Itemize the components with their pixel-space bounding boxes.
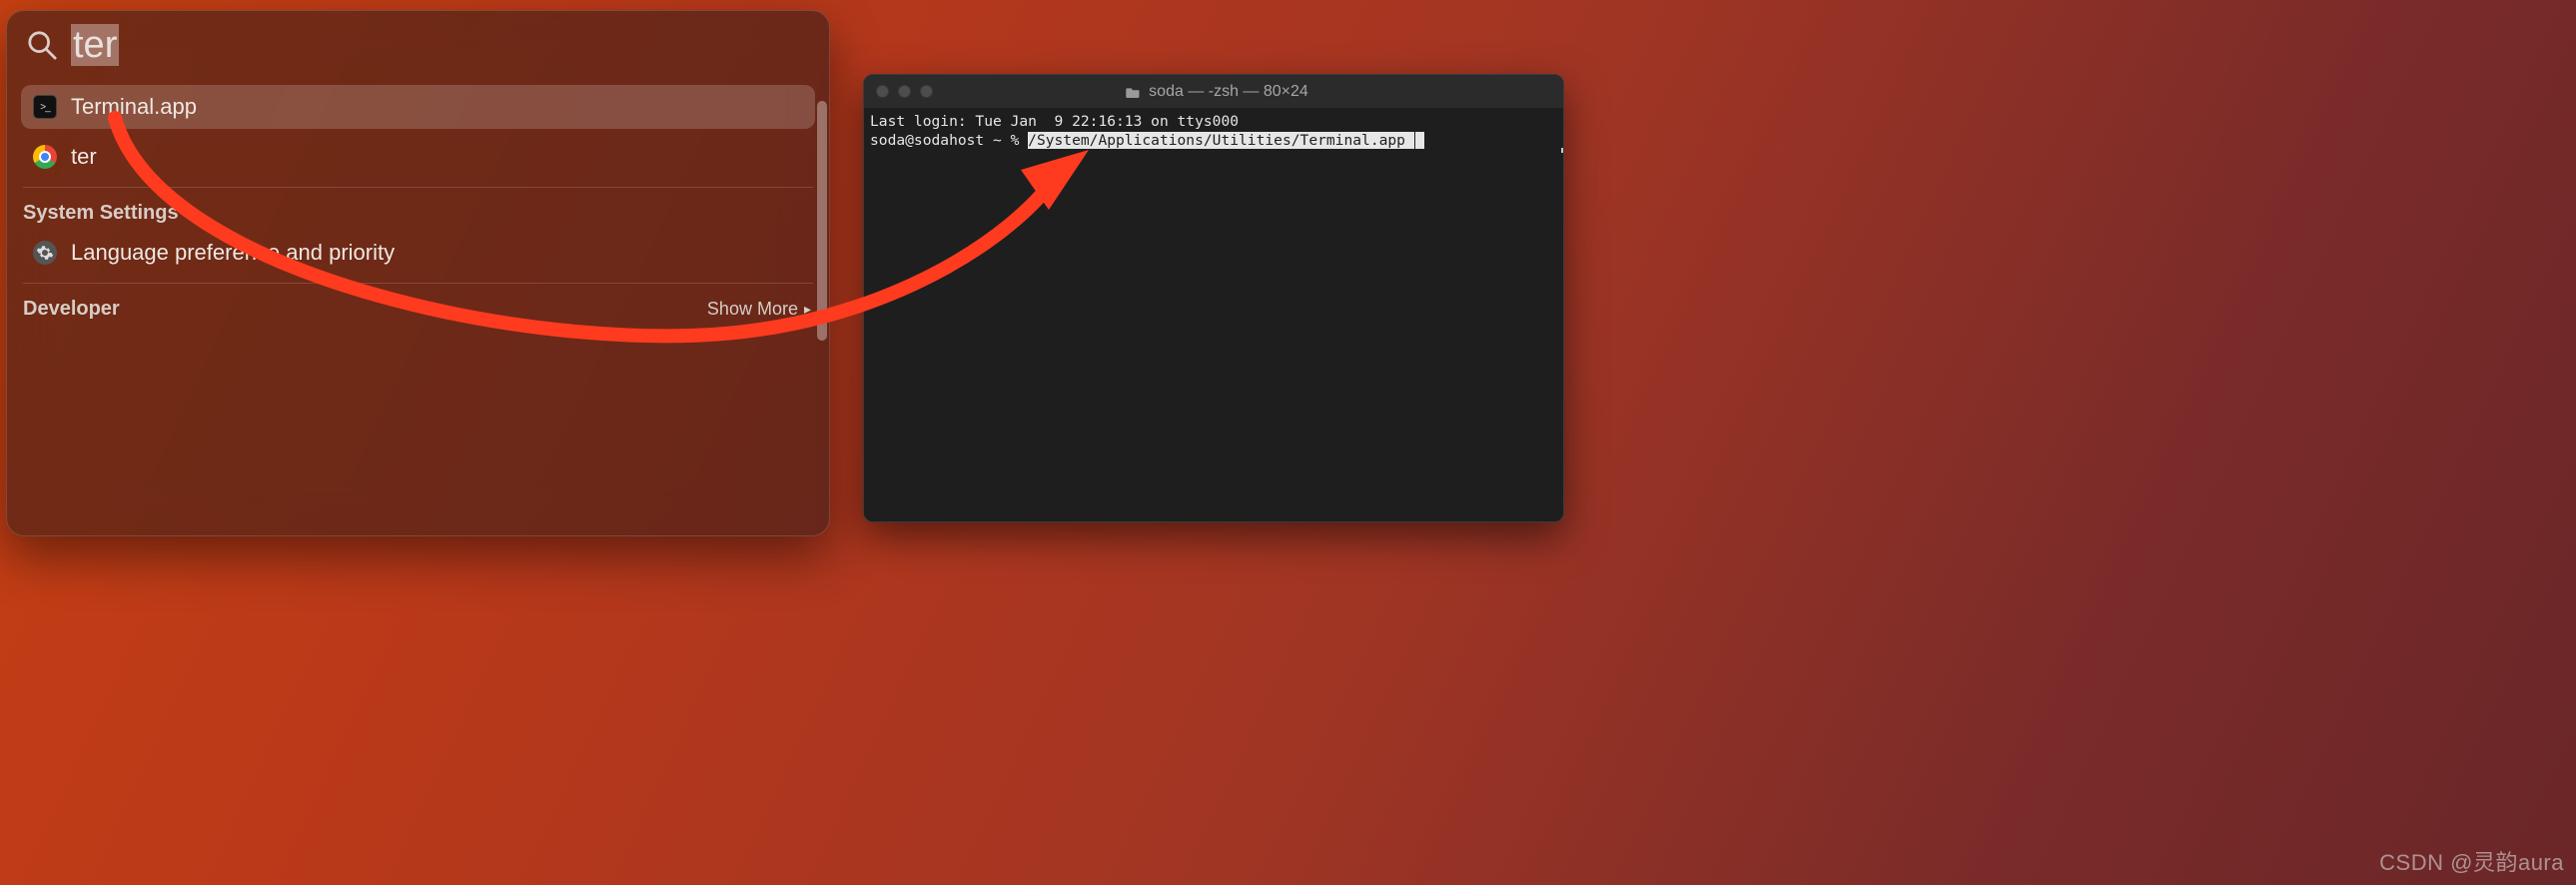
window-traffic-lights[interactable] bbox=[876, 85, 933, 98]
watermark: CSDN @灵韵aura bbox=[2379, 845, 2564, 877]
result-language-pref[interactable]: Language preference and priority bbox=[21, 231, 815, 275]
terminal-line-last-login: Last login: Tue Jan 9 22:16:13 on ttys00… bbox=[870, 112, 1557, 131]
section-system-settings: System Settings bbox=[21, 196, 815, 231]
spotlight-query-text: ter bbox=[71, 24, 119, 66]
search-icon bbox=[27, 30, 57, 60]
result-label: Terminal.app bbox=[71, 94, 197, 120]
terminal-icon bbox=[33, 95, 57, 119]
section-developer: Developer Show More ▸ bbox=[21, 292, 815, 327]
chrome-icon bbox=[33, 145, 57, 169]
terminal-title: soda — -zsh — 80×24 bbox=[943, 83, 1491, 101]
terminal-titlebar[interactable]: soda — -zsh — 80×24 bbox=[864, 75, 1563, 108]
spotlight-search-row[interactable]: ter bbox=[7, 11, 829, 79]
terminal-body[interactable]: Last login: Tue Jan 9 22:16:13 on ttys00… bbox=[864, 108, 1563, 521]
result-ter-chrome[interactable]: ter bbox=[21, 135, 815, 179]
show-more-label: Show More bbox=[707, 299, 798, 320]
result-label: ter bbox=[71, 144, 97, 170]
terminal-line-prompt: soda@sodahost ~ % /System/Applications/U… bbox=[870, 131, 1557, 150]
spotlight-panel: ter Terminal.app ter System Settings Lan… bbox=[6, 10, 830, 536]
scroll-indicator bbox=[1561, 148, 1564, 153]
result-label: Language preference and priority bbox=[71, 240, 395, 266]
divider bbox=[23, 187, 813, 188]
scrollbar[interactable] bbox=[817, 101, 827, 341]
spotlight-results: Terminal.app ter System Settings Languag… bbox=[7, 79, 829, 535]
chevron-right-icon: ▸ bbox=[804, 301, 811, 318]
terminal-window: soda — -zsh — 80×24 Last login: Tue Jan … bbox=[863, 74, 1564, 522]
gear-icon bbox=[33, 241, 57, 265]
folder-icon bbox=[1126, 86, 1141, 98]
spotlight-search-input[interactable]: ter bbox=[71, 24, 119, 67]
divider bbox=[23, 283, 813, 284]
terminal-title-text: soda — -zsh — 80×24 bbox=[1149, 83, 1308, 101]
section-title: Developer bbox=[23, 298, 120, 321]
result-terminal-app[interactable]: Terminal.app bbox=[21, 85, 815, 129]
minimize-icon[interactable] bbox=[898, 85, 911, 98]
prompt-text: soda@sodahost ~ % bbox=[870, 132, 1028, 149]
zoom-icon[interactable] bbox=[920, 85, 933, 98]
section-title: System Settings bbox=[23, 202, 179, 225]
close-icon[interactable] bbox=[876, 85, 889, 98]
show-more-link[interactable]: Show More ▸ bbox=[707, 299, 811, 320]
highlighted-path: /System/Applications/Utilities/Terminal.… bbox=[1028, 132, 1414, 149]
cursor-icon bbox=[1415, 132, 1424, 149]
